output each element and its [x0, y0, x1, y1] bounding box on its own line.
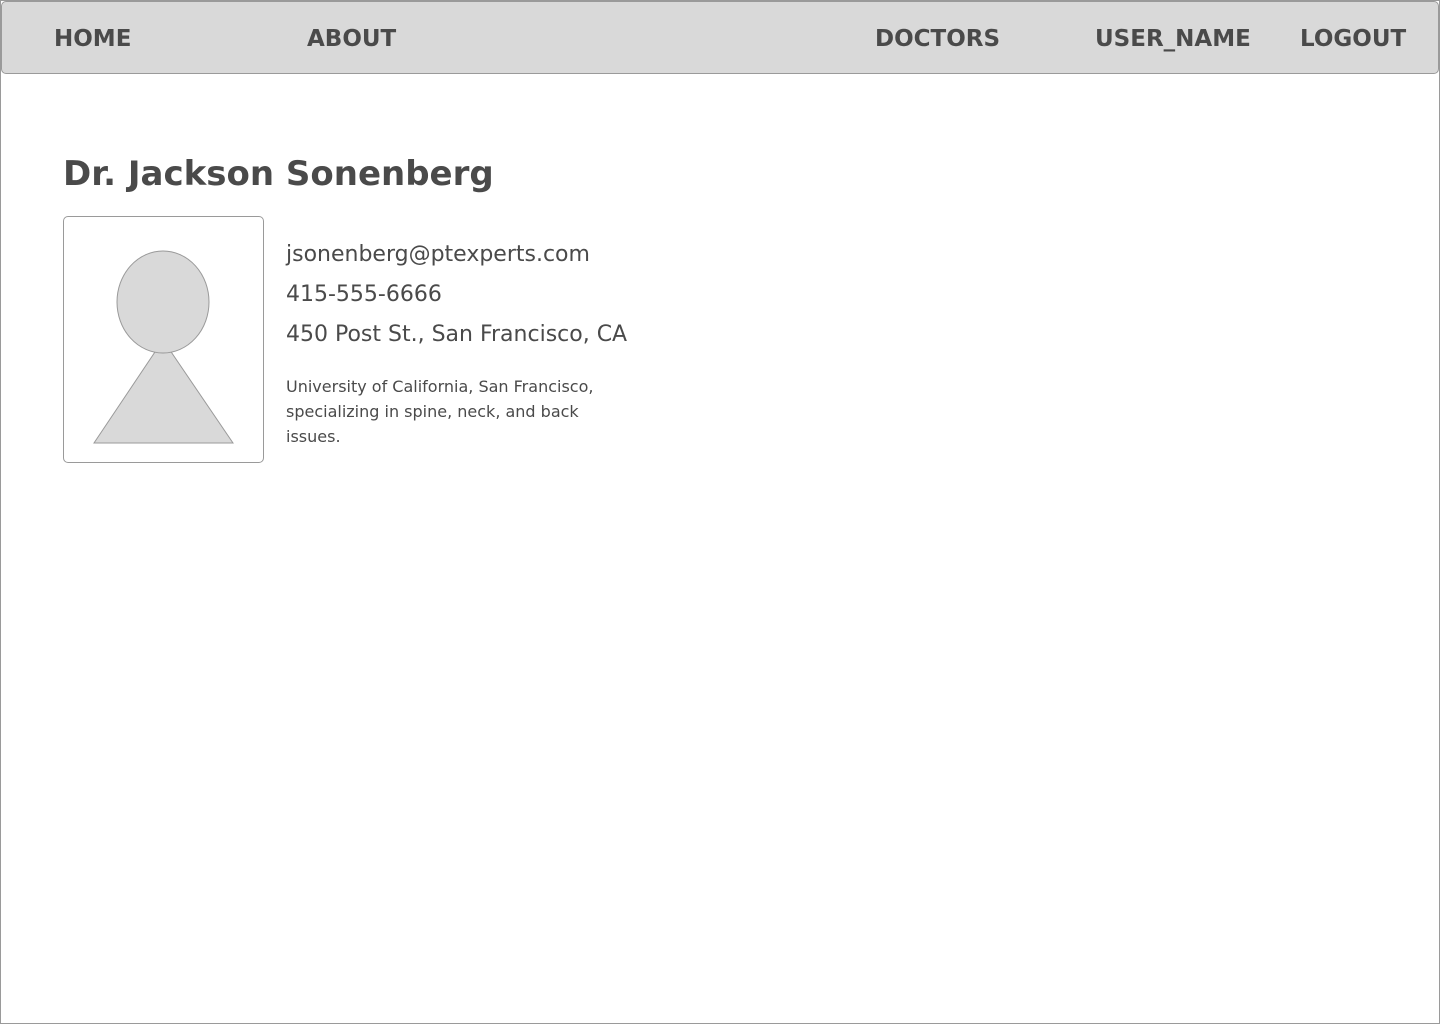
avatar-head-shape — [116, 250, 210, 354]
doctor-bio: University of California, San Francisco,… — [286, 377, 594, 446]
page-frame: HOME ABOUT DOCTORS USER_NAME LOGOUT Dr. … — [0, 0, 1440, 1024]
nav-home-link[interactable]: HOME — [54, 24, 131, 54]
doctor-photo-placeholder — [63, 216, 264, 463]
nav-doctors-link[interactable]: DOCTORS — [875, 24, 1000, 54]
doctor-phone: 415-555-6666 — [286, 282, 442, 307]
top-navbar: HOME ABOUT DOCTORS USER_NAME LOGOUT — [1, 1, 1439, 74]
nav-logout-link[interactable]: LOGOUT — [1300, 24, 1406, 54]
doctor-email: jsonenberg@ptexperts.com — [286, 242, 590, 267]
nav-about-link[interactable]: ABOUT — [307, 24, 396, 54]
person-placeholder-icon — [93, 250, 234, 444]
doctor-address: 450 Post St., San Francisco, CA — [286, 322, 628, 347]
avatar-body-shape — [93, 339, 234, 444]
nav-user-name-link[interactable]: USER_NAME — [1095, 24, 1251, 54]
doctor-name-heading: Dr. Jackson Sonenberg — [63, 154, 494, 194]
